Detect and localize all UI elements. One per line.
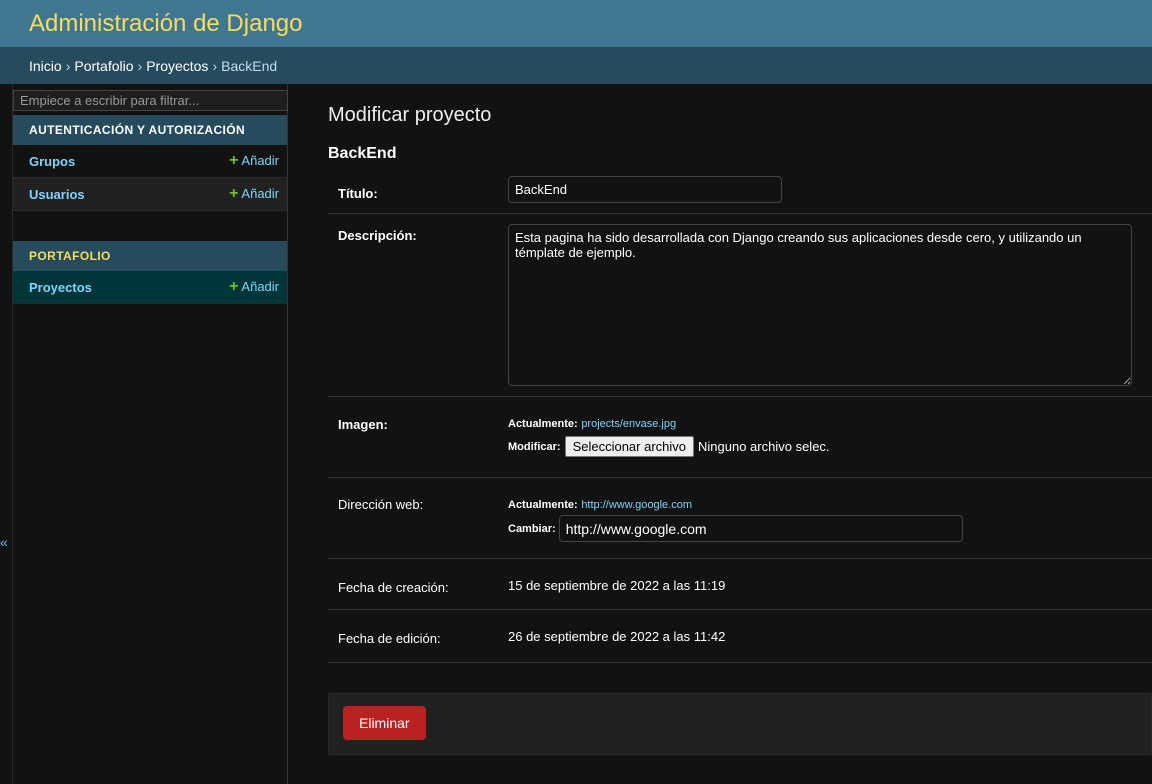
- content: Modificar proyecto BackEnd Título: Descr…: [288, 84, 1152, 784]
- breadcrumb-separator: ›: [65, 57, 71, 74]
- object-title: BackEnd: [328, 145, 397, 162]
- sidebar-item-proyectos: Proyectos + Añadir: [13, 271, 287, 304]
- app-caption-auth[interactable]: AUTENTICACIÓN Y AUTORIZACIÓN: [13, 115, 287, 145]
- breadcrumb-model[interactable]: Proyectos: [146, 58, 208, 74]
- add-label: Añadir: [241, 186, 279, 201]
- submit-row: Eliminar: [328, 693, 1152, 755]
- add-label: Añadir: [241, 153, 279, 168]
- readonly-value: 26 de septiembre de 2022 a las 11:42: [508, 629, 726, 644]
- field-edicion: Fecha de edición: 26 de septiembre de 202…: [328, 610, 1152, 663]
- change-label: Cambiar:: [508, 522, 556, 535]
- plus-icon: +: [229, 152, 239, 169]
- field-descripcion: Descripción: Esta pagina ha sido desarrol…: [328, 214, 1152, 397]
- sidebar: AUTENTICACIÓN Y AUTORIZACIÓN Grupos+Añad…: [12, 84, 288, 784]
- chevron-left-icon[interactable]: «: [0, 534, 8, 550]
- delete-button[interactable]: Eliminar: [343, 706, 426, 740]
- field-label: Fecha de edición:: [338, 631, 441, 646]
- field-label: Fecha de creación:: [338, 580, 449, 595]
- readonly-value: 15 de septiembre de 2022 a las 11:19: [508, 578, 726, 593]
- site-title[interactable]: Administración de Django: [29, 10, 302, 38]
- current-file-link[interactable]: projects/envase.jpg: [581, 418, 676, 430]
- add-link[interactable]: + Añadir: [229, 278, 279, 296]
- change-label: Modificar:: [508, 440, 561, 453]
- descripcion-textarea[interactable]: Esta pagina ha sido desarrollada con Dja…: [508, 224, 1132, 386]
- field-web: Dirección web: Actualmente: http://www.g…: [328, 478, 1152, 559]
- breadcrumb-separator: ›: [137, 57, 143, 74]
- field-titulo: Título:: [328, 173, 1152, 214]
- model-link[interactable]: Proyectos: [29, 280, 92, 295]
- plus-icon: +: [229, 278, 239, 295]
- titulo-input[interactable]: [508, 176, 782, 203]
- sidebar-item-grupos: Grupos + Añadir: [13, 145, 287, 178]
- model-link[interactable]: Usuarios: [29, 187, 85, 202]
- web-input[interactable]: [558, 515, 963, 542]
- breadcrumb-home[interactable]: Inicio: [29, 58, 62, 74]
- field-creacion: Fecha de creación: 15 de septiembre de 20…: [328, 559, 1152, 610]
- field-label: Imagen:: [338, 417, 388, 432]
- site-header: Administración de Django: [0, 0, 1152, 47]
- no-file-text: Ninguno archivo selec.: [698, 439, 830, 454]
- model-link[interactable]: Grupos: [29, 154, 75, 169]
- current-url-link[interactable]: http://www.google.com: [581, 499, 692, 511]
- choose-file-button[interactable]: Seleccionar archivo: [564, 436, 695, 457]
- current-label: Actualmente:: [508, 418, 578, 430]
- field-label: Descripción:: [338, 228, 417, 243]
- add-link[interactable]: + Añadir: [229, 152, 279, 170]
- plus-icon: +: [229, 185, 239, 202]
- page-title: Modificar proyecto: [328, 104, 492, 126]
- sidebar-toggle[interactable]: «: [0, 84, 12, 784]
- field-imagen: Imagen: Actualmente: projects/envase.jpg…: [328, 397, 1152, 478]
- current-label: Actualmente:: [508, 499, 578, 511]
- breadcrumb: Inicio › Portafolio › Proyectos › BackEnd: [0, 47, 1152, 84]
- add-label: Añadir: [241, 279, 279, 294]
- sidebar-item-usuarios: Usuarios + Añadir: [13, 178, 287, 211]
- breadcrumb-app[interactable]: Portafolio: [74, 58, 133, 74]
- field-label: Dirección web:: [338, 497, 424, 512]
- sidebar-filter-input[interactable]: [13, 90, 288, 111]
- breadcrumb-current: BackEnd: [221, 57, 278, 74]
- field-label: Título:: [338, 186, 378, 201]
- app-caption-portafolio[interactable]: PORTAFOLIO: [13, 241, 287, 271]
- breadcrumb-separator: ›: [212, 57, 218, 74]
- add-link[interactable]: + Añadir: [229, 185, 279, 203]
